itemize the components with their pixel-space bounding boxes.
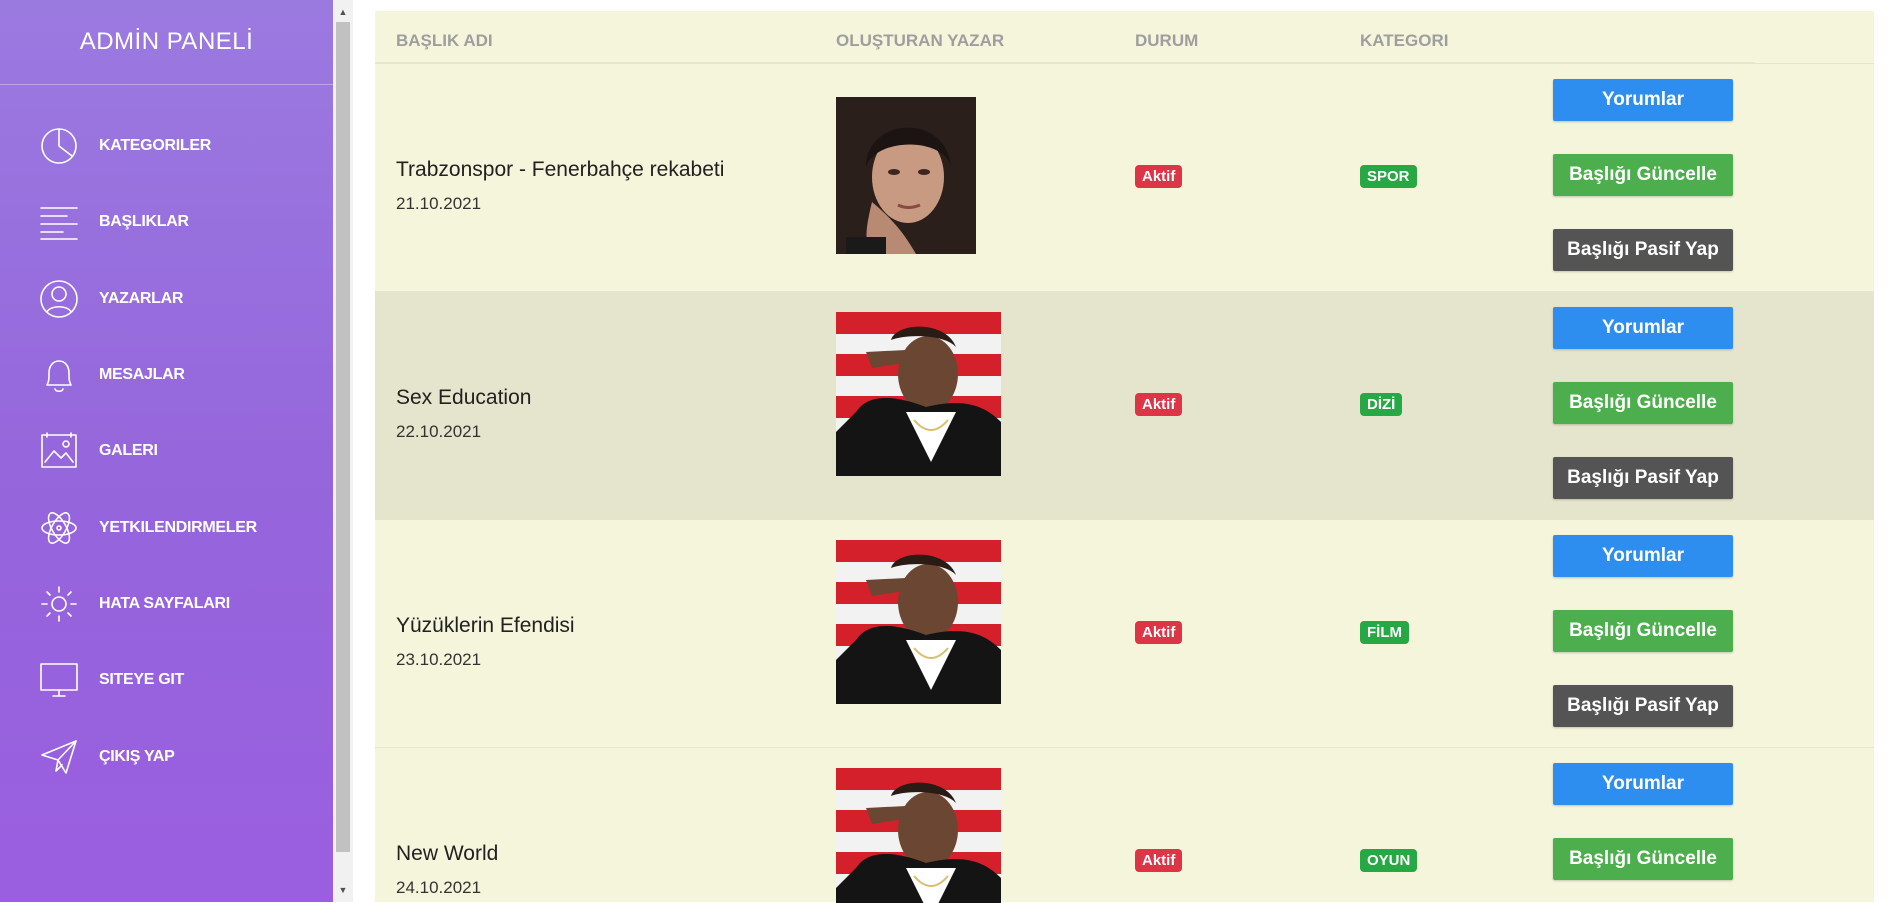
sidebar-item-label: YETKILENDIRMELER: [99, 519, 257, 536]
sidebar-item-siteye-git[interactable]: SITEYE GIT: [0, 650, 333, 710]
sidebar-item-label: KATEGORILER: [99, 137, 211, 154]
row-date: 21.10.2021: [396, 194, 482, 213]
table-row: Sex Education 22.10.2021 Aktif DİZİ Yoru…: [375, 291, 1874, 519]
comments-button[interactable]: Yorumlar: [1553, 79, 1733, 121]
sidebar-item-label: HATA SAYFALARI: [99, 595, 230, 612]
sidebar-item-basliklar[interactable]: BAŞLIKLAR: [0, 192, 333, 252]
sun-icon: [38, 583, 80, 625]
sidebar-item-mesajlar[interactable]: MESAJLAR: [0, 345, 333, 405]
header-status: DURUM: [1135, 31, 1199, 50]
scroll-up-arrow-icon[interactable]: ▲: [333, 2, 353, 22]
bell-icon: [38, 354, 80, 396]
pie-chart-icon: [38, 125, 80, 167]
header-category: KATEGORI: [1360, 31, 1449, 50]
scroll-thumb[interactable]: [336, 22, 350, 852]
deactivate-title-button[interactable]: Başlığı Pasif Yap: [1553, 457, 1733, 499]
comments-button[interactable]: Yorumlar: [1553, 535, 1733, 577]
sidebar-item-kategoriler[interactable]: KATEGORILER: [0, 116, 333, 176]
author-avatar: [836, 97, 976, 254]
update-title-button[interactable]: Başlığı Güncelle: [1553, 382, 1733, 424]
status-badge: Aktif: [1135, 849, 1183, 872]
category-badge: OYUN: [1360, 849, 1418, 872]
atom-icon: [38, 507, 80, 549]
update-title-button[interactable]: Başlığı Güncelle: [1553, 838, 1733, 880]
row-date: 22.10.2021: [396, 422, 482, 441]
sidebar-item-hata-sayfalari[interactable]: HATA SAYFALARI: [0, 574, 333, 634]
deactivate-title-button[interactable]: Başlığı Pasif Yap: [1553, 229, 1733, 271]
header-author: OLUŞTURAN YAZAR: [836, 31, 1005, 50]
table-row: New World 24.10.2021 Aktif OYUN Yorumlar…: [375, 747, 1874, 903]
sidebar-item-cikis-yap[interactable]: ÇIKIŞ YAP: [0, 727, 333, 787]
table-header: BAŞLIK ADI OLUŞTURAN YAZAR DURUM KATEGOR…: [375, 11, 1755, 63]
status-badge: Aktif: [1135, 621, 1183, 644]
header-title: BAŞLIK ADI: [396, 31, 493, 50]
author-avatar: [836, 768, 1001, 903]
table-row: Trabzonspor - Fenerbahçe rekabeti 21.10.…: [375, 63, 1874, 291]
user-icon: [38, 278, 80, 320]
category-badge: FİLM: [1360, 621, 1409, 644]
row-date: 23.10.2021: [396, 650, 482, 669]
status-badge: Aktif: [1135, 393, 1183, 416]
row-title: New World: [396, 842, 499, 865]
monitor-icon: [38, 659, 80, 701]
comments-button[interactable]: Yorumlar: [1553, 307, 1733, 349]
brand-title: ADMİN PANELİ: [0, 0, 333, 85]
sidebar-item-yazarlar[interactable]: YAZARLAR: [0, 269, 333, 329]
comments-button[interactable]: Yorumlar: [1553, 763, 1733, 805]
table-row: Yüzüklerin Efendisi 23.10.2021 Aktif FİL…: [375, 519, 1874, 747]
sidebar-item-galeri[interactable]: GALERI: [0, 421, 333, 481]
row-date: 24.10.2021: [396, 878, 482, 897]
update-title-button[interactable]: Başlığı Güncelle: [1553, 154, 1733, 196]
row-title: Trabzonspor - Fenerbahçe rekabeti: [396, 158, 725, 181]
main-content: BAŞLIK ADI OLUŞTURAN YAZAR DURUM KATEGOR…: [375, 11, 1874, 903]
update-title-button[interactable]: Başlığı Güncelle: [1553, 610, 1733, 652]
scroll-down-arrow-icon[interactable]: ▼: [333, 880, 353, 900]
sidebar-item-yetkilendirmeler[interactable]: YETKILENDIRMELER: [0, 498, 333, 558]
sidebar-item-label: MESAJLAR: [99, 366, 185, 383]
category-badge: SPOR: [1360, 165, 1417, 188]
sidebar-item-label: YAZARLAR: [99, 290, 184, 307]
sidebar-item-label: SITEYE GIT: [99, 671, 185, 688]
status-badge: Aktif: [1135, 165, 1183, 188]
sidebar-item-label: BAŞLIKLAR: [99, 213, 189, 230]
gallery-icon: [38, 430, 80, 472]
paper-plane-icon: [38, 736, 80, 778]
lines-icon: [38, 201, 80, 243]
author-avatar: [836, 312, 1001, 476]
sidebar-item-label: ÇIKIŞ YAP: [99, 748, 175, 765]
category-badge: DİZİ: [1360, 393, 1403, 416]
page-scrollbar[interactable]: ▲ ▼: [333, 0, 353, 902]
sidebar-item-label: GALERI: [99, 442, 158, 459]
sidebar: ADMİN PANELİ KATEGORILER BAŞLIKLAR YAZAR…: [0, 0, 333, 902]
deactivate-title-button[interactable]: Başlığı Pasif Yap: [1553, 685, 1733, 727]
top-white-strip: [375, 0, 1889, 11]
row-title: Sex Education: [396, 386, 532, 409]
author-avatar: [836, 540, 1001, 704]
row-title: Yüzüklerin Efendisi: [396, 614, 575, 637]
